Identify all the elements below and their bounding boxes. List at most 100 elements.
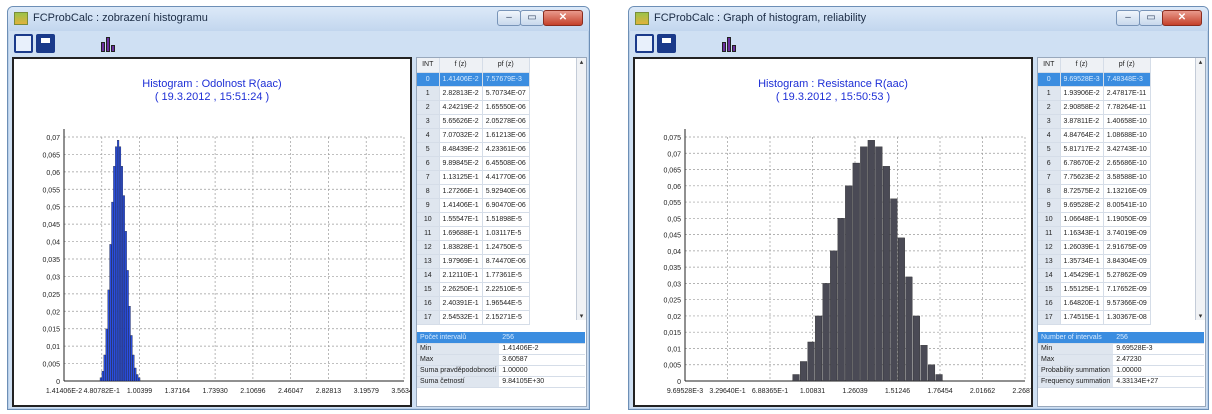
histogram-bar: [115, 146, 118, 382]
table-row[interactable]: 4 4.84764E-2 1.08688E-10: [1038, 128, 1151, 143]
table-row[interactable]: 11 1.69688E-1 1.03117E-5: [417, 226, 530, 241]
title-bar[interactable]: FCProbCalc : zobrazení histogramu ‒ ▭ ✕: [8, 7, 589, 31]
table-cell: 3.87811E-2: [1060, 114, 1104, 129]
histogram-bar: [136, 374, 139, 382]
table-scrollbar[interactable]: ▴ ▾: [1195, 58, 1205, 320]
table-cell: 9.69528E-3: [1060, 72, 1104, 87]
toolbar: [12, 33, 585, 57]
table-row[interactable]: 14 1.45429E-1 5.27862E-09: [1038, 268, 1151, 283]
histogram-bar: [905, 276, 913, 382]
y-tick-label: 0,05: [46, 205, 60, 212]
table-row[interactable]: 2 4.24219E-2 1.65550E-06: [417, 100, 530, 115]
table-cell: 1.77361E-5: [482, 268, 530, 283]
summary-label: Suma četností: [417, 376, 500, 388]
table-cell: 3.74019E-09: [1103, 226, 1151, 241]
table-cell: 8.72575E-2: [1060, 184, 1104, 199]
table-cell: 5.70734E-07: [482, 86, 530, 101]
maximize-button[interactable]: ▭: [1139, 10, 1163, 26]
table-row[interactable]: 6 9.89845E-2 6.45508E-06: [417, 156, 530, 171]
table-row[interactable]: 1 1.93906E-2 2.47817E-11: [1038, 86, 1151, 101]
table-row[interactable]: 15 1.55125E-1 7.17652E-09: [1038, 282, 1151, 297]
column-header[interactable]: INT: [1038, 58, 1061, 73]
row-index: 16: [1038, 296, 1061, 311]
window-view-button[interactable]: [14, 34, 33, 53]
table-row[interactable]: 17 1.74515E-1 1.30367E-08: [1038, 310, 1151, 325]
table-row[interactable]: 8 8.72575E-2 1.13216E-09: [1038, 184, 1151, 199]
table-row[interactable]: 15 2.26250E-1 2.22510E-5: [417, 282, 530, 297]
y-tick-label: 0: [56, 379, 60, 386]
table-row[interactable]: 12 1.83828E-1 1.24750E-5: [417, 240, 530, 255]
table-cell: 9.69528E-2: [1060, 198, 1104, 213]
table-row[interactable]: 8 1.27266E-1 5.92940E-06: [417, 184, 530, 199]
table-row[interactable]: 2 2.90858E-2 7.78264E-11: [1038, 100, 1151, 115]
table-cell: 1.93906E-2: [1060, 86, 1104, 101]
x-tick-label: 1.73930: [202, 388, 227, 395]
row-index: 2: [417, 100, 440, 115]
save-button[interactable]: [36, 34, 55, 53]
minimize-button[interactable]: ‒: [1116, 10, 1140, 26]
row-index: 16: [417, 296, 440, 311]
table-row[interactable]: 7 1.13125E-1 4.41770E-06: [417, 170, 530, 185]
table-row[interactable]: 17 2.54532E-1 2.15271E-5: [417, 310, 530, 325]
table-header-row: INT f (z) pf (z): [417, 58, 530, 73]
table-row[interactable]: 11 1.16343E-1 3.74019E-09: [1038, 226, 1151, 241]
table-row[interactable]: 5 8.48439E-2 4.23361E-06: [417, 142, 530, 157]
table-row[interactable]: 14 2.12110E-1 1.77361E-5: [417, 268, 530, 283]
table-cell: 1.45429E-1: [1060, 268, 1104, 283]
table-row[interactable]: 0 1.41406E-2 7.57679E-3: [417, 72, 530, 87]
table-row[interactable]: 4 7.07032E-2 1.61213E-06: [417, 128, 530, 143]
table-row[interactable]: 16 2.40391E-1 1.96544E-5: [417, 296, 530, 311]
row-index: 17: [417, 310, 440, 325]
minimize-button[interactable]: ‒: [497, 10, 521, 26]
table-row[interactable]: 16 1.64820E-1 9.57366E-09: [1038, 296, 1151, 311]
table-row[interactable]: 0 9.69528E-3 7.48348E-3: [1038, 72, 1151, 87]
maximize-button[interactable]: ▭: [520, 10, 544, 26]
summary-value: 2.47230: [1113, 354, 1204, 366]
column-header[interactable]: pf (z): [1103, 58, 1151, 73]
chart-title: Histogram : Odolnost R(aac): [142, 78, 281, 90]
table-scrollbar[interactable]: ▴ ▾: [576, 58, 586, 320]
histogram-bar: [138, 377, 141, 382]
column-header[interactable]: pf (z): [482, 58, 530, 73]
close-button[interactable]: ✕: [543, 10, 583, 26]
x-tick-label: 4.80782E-1: [84, 388, 120, 395]
table-row[interactable]: 12 1.26039E-1 2.91675E-09: [1038, 240, 1151, 255]
x-tick-label: 2.82813: [316, 388, 341, 395]
table-row[interactable]: 6 6.78670E-2 2.65686E-10: [1038, 156, 1151, 171]
histogram-bar: [132, 354, 135, 382]
table-row[interactable]: 13 1.97969E-1 8.74470E-06: [417, 254, 530, 269]
table-row[interactable]: 9 1.41406E-1 6.90470E-06: [417, 198, 530, 213]
column-header[interactable]: f (z): [439, 58, 483, 73]
table-row[interactable]: 10 1.55547E-1 1.51898E-5: [417, 212, 530, 227]
window-controls: ‒ ▭ ✕: [1116, 10, 1202, 27]
save-button[interactable]: [657, 34, 676, 53]
y-tick-label: 0,07: [46, 135, 60, 142]
chart-svg: Histogram : Odolnost R(aac)( 19.3.2012 ,…: [42, 78, 410, 395]
table-cell: 4.24219E-2: [439, 100, 483, 115]
chart-subtitle: ( 19.3.2012 , 15:51:24 ): [155, 91, 269, 103]
window-view-button[interactable]: [635, 34, 654, 53]
summary-label: Min: [417, 343, 500, 355]
histogram-bar: [99, 377, 102, 382]
minimize-icon: ‒: [1125, 12, 1131, 23]
close-button[interactable]: ✕: [1162, 10, 1202, 26]
histogram-button[interactable]: [721, 34, 737, 53]
title-bar[interactable]: FCProbCalc : Graph of histogram, reliabi…: [629, 7, 1208, 31]
histogram-button[interactable]: [100, 34, 116, 53]
table-row[interactable]: 3 5.65626E-2 2.05278E-06: [417, 114, 530, 129]
table-row[interactable]: 3 3.87811E-2 1.40658E-10: [1038, 114, 1151, 129]
table-row[interactable]: 10 1.06648E-1 1.19050E-09: [1038, 212, 1151, 227]
row-index: 4: [417, 128, 440, 143]
histogram-bar: [807, 341, 815, 382]
row-index: 10: [1038, 212, 1061, 227]
table-row[interactable]: 5 5.81717E-2 3.42743E-10: [1038, 142, 1151, 157]
table-row[interactable]: 7 7.75623E-2 3.58588E-10: [1038, 170, 1151, 185]
table-row[interactable]: 9 9.69528E-2 8.00541E-10: [1038, 198, 1151, 213]
table-cell: 2.26250E-1: [439, 282, 483, 297]
table-row[interactable]: 13 1.35734E-1 3.84304E-09: [1038, 254, 1151, 269]
column-header[interactable]: f (z): [1060, 58, 1104, 73]
table-cell: 1.51898E-5: [482, 212, 530, 227]
table-row[interactable]: 1 2.82813E-2 5.70734E-07: [417, 86, 530, 101]
table-cell: 1.16343E-1: [1060, 226, 1104, 241]
column-header[interactable]: INT: [417, 58, 440, 73]
